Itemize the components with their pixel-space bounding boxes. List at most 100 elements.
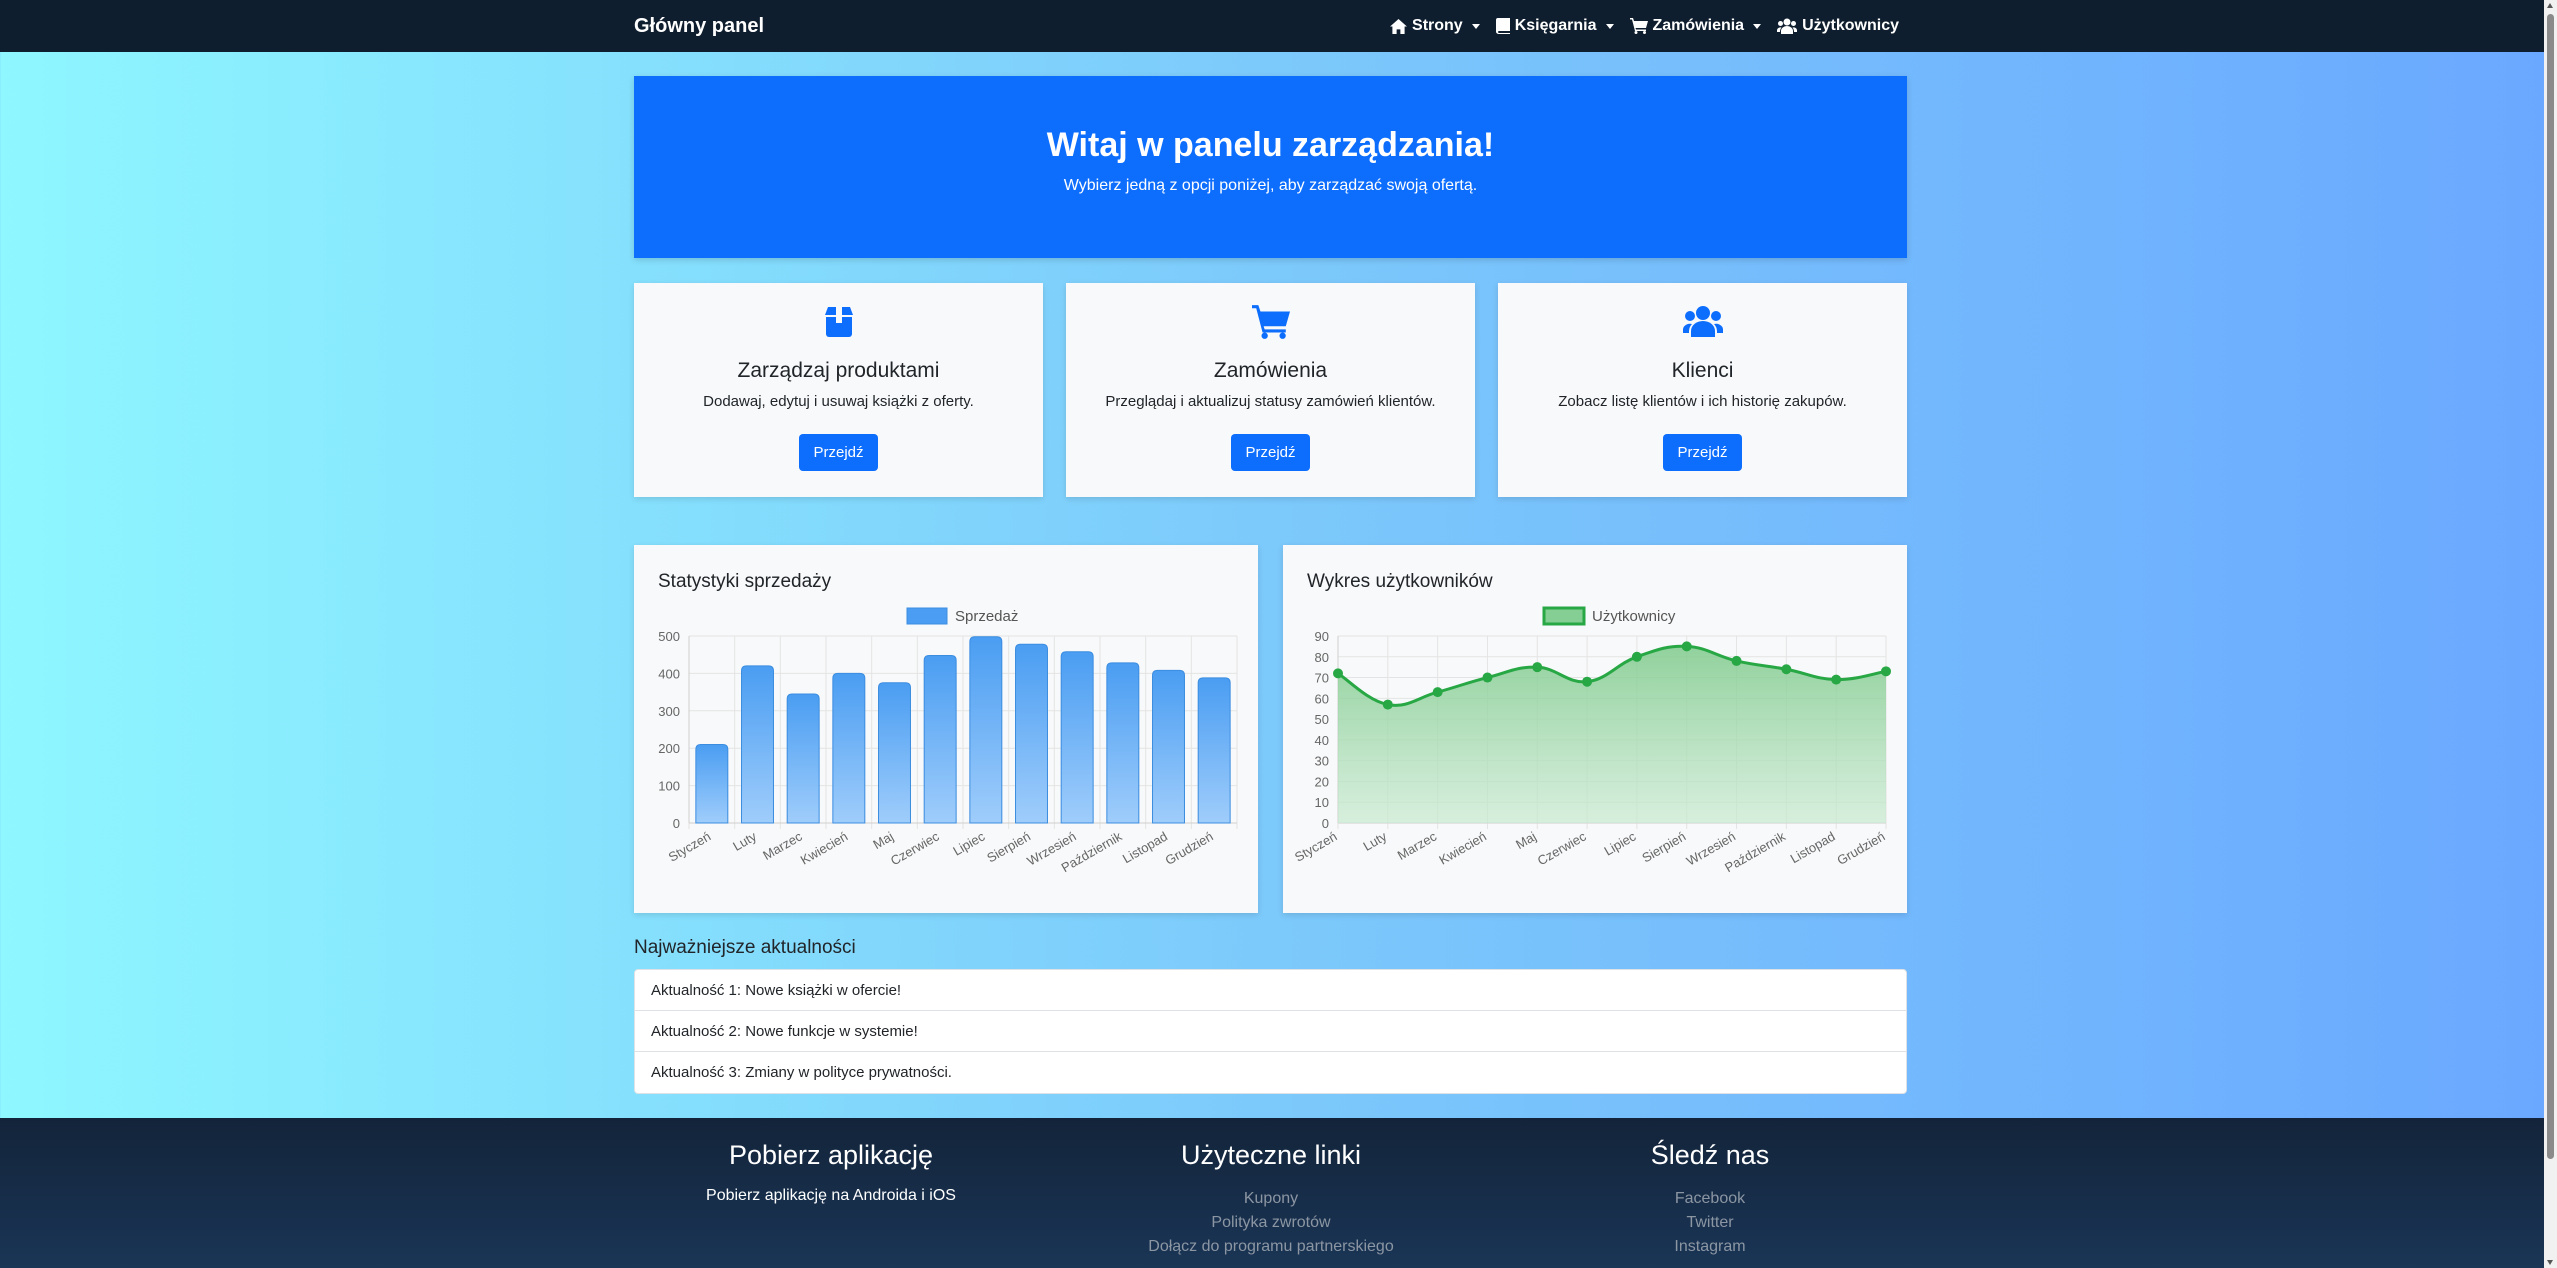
nav-item-ksiegarnia[interactable]: Księgarnia xyxy=(1495,17,1614,35)
bar xyxy=(1015,643,1048,824)
y-tick-label: 10 xyxy=(1315,795,1329,810)
y-tick-label: 500 xyxy=(658,629,680,644)
data-point xyxy=(1781,664,1792,675)
y-tick-label: 60 xyxy=(1315,691,1329,706)
data-point xyxy=(1532,662,1543,673)
footer-app-section: Pobierz aplikację Pobierz aplikację na A… xyxy=(631,1140,1031,1205)
card-products: Zarządzaj produktami Dodawaj, edytuj i u… xyxy=(634,283,1043,497)
hero-subtitle: Wybierz jedną z opcji poniżej, aby zarzą… xyxy=(1063,177,1478,194)
x-tick-label: Kwiecień xyxy=(798,829,851,868)
bar xyxy=(741,665,774,824)
list-item[interactable]: Aktualność 1: Nowe książki w ofercie! xyxy=(635,970,1906,1011)
footer-link-facebook[interactable]: Facebook xyxy=(1510,1187,1910,1211)
bar xyxy=(1197,677,1231,824)
users-icon xyxy=(1682,306,1723,337)
card-text: Zobacz listę klientów i ich historię zak… xyxy=(1558,393,1847,410)
scroll-down-icon[interactable] xyxy=(2547,1260,2553,1265)
data-point xyxy=(1831,674,1842,685)
y-tick-label: 300 xyxy=(658,704,680,719)
x-tick-label: Listopad xyxy=(1120,829,1170,867)
bar xyxy=(1060,651,1094,824)
nav-item-uzytkownicy[interactable]: Użytkownicy xyxy=(1777,17,1899,35)
card-title: Zarządzaj produktami xyxy=(737,359,940,382)
legend-label: Sprzedaż xyxy=(955,608,1018,625)
footer-link-polityka-zwrotow[interactable]: Polityka zwrotów xyxy=(1071,1211,1471,1235)
y-tick-label: 50 xyxy=(1315,712,1329,727)
users-chart-panel: Wykres użytkowników Użytkownicy 0 10 20 30 40… xyxy=(1283,545,1907,913)
card-text: Dodawaj, edytuj i usuwaj książki z ofert… xyxy=(703,393,974,410)
y-tick-label: 0 xyxy=(1322,816,1329,831)
legend-swatch xyxy=(906,607,948,625)
y-tick-label: 200 xyxy=(658,741,680,756)
cart-icon xyxy=(1629,18,1648,34)
list-item[interactable]: Aktualność 2: Nowe funkcje w systemie! xyxy=(635,1011,1906,1052)
y-tick-label: 0 xyxy=(673,816,680,831)
x-tick-label: Kwiecień xyxy=(1436,829,1489,868)
card-orders-button[interactable]: Przejdź xyxy=(1231,434,1310,471)
y-tick-label: 70 xyxy=(1315,671,1329,686)
users-icon xyxy=(1777,18,1798,34)
hero-banner: Witaj w panelu zarządzania! Wybierz jedn… xyxy=(634,76,1907,258)
nav-item-label: Zamówienia xyxy=(1652,17,1745,34)
data-point xyxy=(1333,668,1343,679)
footer: Pobierz aplikację Pobierz aplikację na A… xyxy=(0,1118,2544,1268)
y-tick-label: 400 xyxy=(658,666,680,681)
nav-item-strony[interactable]: Strony xyxy=(1390,17,1480,35)
x-tick-label: Sierpień xyxy=(1639,829,1688,866)
y-tick-label: 20 xyxy=(1315,774,1329,789)
footer-link-kupony[interactable]: Kupony xyxy=(1071,1187,1471,1211)
chevron-down-icon xyxy=(1471,23,1480,29)
x-tick-label: Lipiec xyxy=(950,828,987,858)
scrollbar[interactable] xyxy=(2544,0,2557,1268)
y-tick-label: 80 xyxy=(1315,650,1329,665)
x-tick-label: Grudzień xyxy=(1834,829,1887,868)
scrollbar-thumb[interactable] xyxy=(2547,14,2554,1159)
navbar-brand[interactable]: Główny panel xyxy=(634,0,764,52)
footer-heading: Pobierz aplikację xyxy=(728,1140,934,1170)
footer-text: Pobierz aplikację na Androida i iOS xyxy=(706,1187,956,1204)
book-icon xyxy=(1495,18,1510,34)
list-item[interactable]: Aktualność 3: Zmiany w polityce prywatno… xyxy=(635,1052,1906,1093)
chevron-down-icon xyxy=(1605,23,1614,29)
navbar: Główny panel Strony Księgarnia Zamówieni… xyxy=(0,0,2544,52)
nav-item-label: Księgarnia xyxy=(1514,17,1597,34)
sales-bar-chart: Sprzedaż 0 100 200 300 400 500 Styczeń Luty Marze… xyxy=(658,607,1238,875)
footer-link-instagram[interactable]: Instagram xyxy=(1510,1235,1910,1259)
x-tick-label: Listopad xyxy=(1788,829,1838,867)
footer-links-section: Użyteczne linki Kupony Polityka zwrotów … xyxy=(1071,1140,1471,1259)
bar xyxy=(1152,669,1185,824)
x-tick-label: Maj xyxy=(870,829,896,853)
y-tick-label: 40 xyxy=(1315,733,1329,748)
nav-item-zamowienia[interactable]: Zamówienia xyxy=(1629,17,1762,35)
footer-link-program-partnerski[interactable]: Dołącz do programu partnerskiego xyxy=(1071,1235,1471,1259)
users-line-chart: Użytkownicy 0 10 20 30 40 50 60 70 80 90 Styczeń Lut… xyxy=(1292,606,1891,875)
bar xyxy=(969,636,1003,824)
card-clients: Klienci Zobacz listę klientów i ich hist… xyxy=(1498,283,1907,497)
sales-chart-panel: Statystyki sprzedaży Sprzedaż 0 100 200 300 4… xyxy=(634,545,1258,913)
chart-legend: Sprzedaż xyxy=(906,607,1018,625)
card-clients-button[interactable]: Przejdź xyxy=(1663,434,1742,471)
card-products-button[interactable]: Przejdź xyxy=(799,434,878,471)
cart-icon xyxy=(1251,305,1290,339)
scroll-up-icon[interactable] xyxy=(2547,3,2553,8)
bar xyxy=(923,654,957,824)
card-orders: Zamówienia Przeglądaj i aktualizuj statu… xyxy=(1066,283,1475,497)
legend-swatch xyxy=(1542,606,1586,626)
footer-heading: Śledź nas xyxy=(1650,1140,1770,1170)
bar xyxy=(695,743,729,824)
x-tick-label: Styczeń xyxy=(666,829,714,865)
data-point xyxy=(1881,666,1891,677)
x-tick-label: Grudzień xyxy=(1162,829,1215,868)
x-tick-label: Czerwiec xyxy=(888,828,942,868)
news-title: Najważniejsze aktualności xyxy=(634,937,856,958)
footer-link-twitter[interactable]: Twitter xyxy=(1510,1211,1910,1235)
x-tick-label: Luty xyxy=(730,828,759,854)
data-point xyxy=(1731,655,1742,666)
data-point xyxy=(1681,641,1692,652)
x-tick-label: Lipiec xyxy=(1601,828,1638,858)
y-tick-label: 30 xyxy=(1315,754,1329,769)
x-tick-label: Maj xyxy=(1513,829,1539,853)
footer-follow-section: Śledź nas Facebook Twitter Instagram xyxy=(1510,1140,1910,1259)
card-title: Zamówienia xyxy=(1213,359,1328,382)
nav-item-label: Strony xyxy=(1412,17,1463,34)
